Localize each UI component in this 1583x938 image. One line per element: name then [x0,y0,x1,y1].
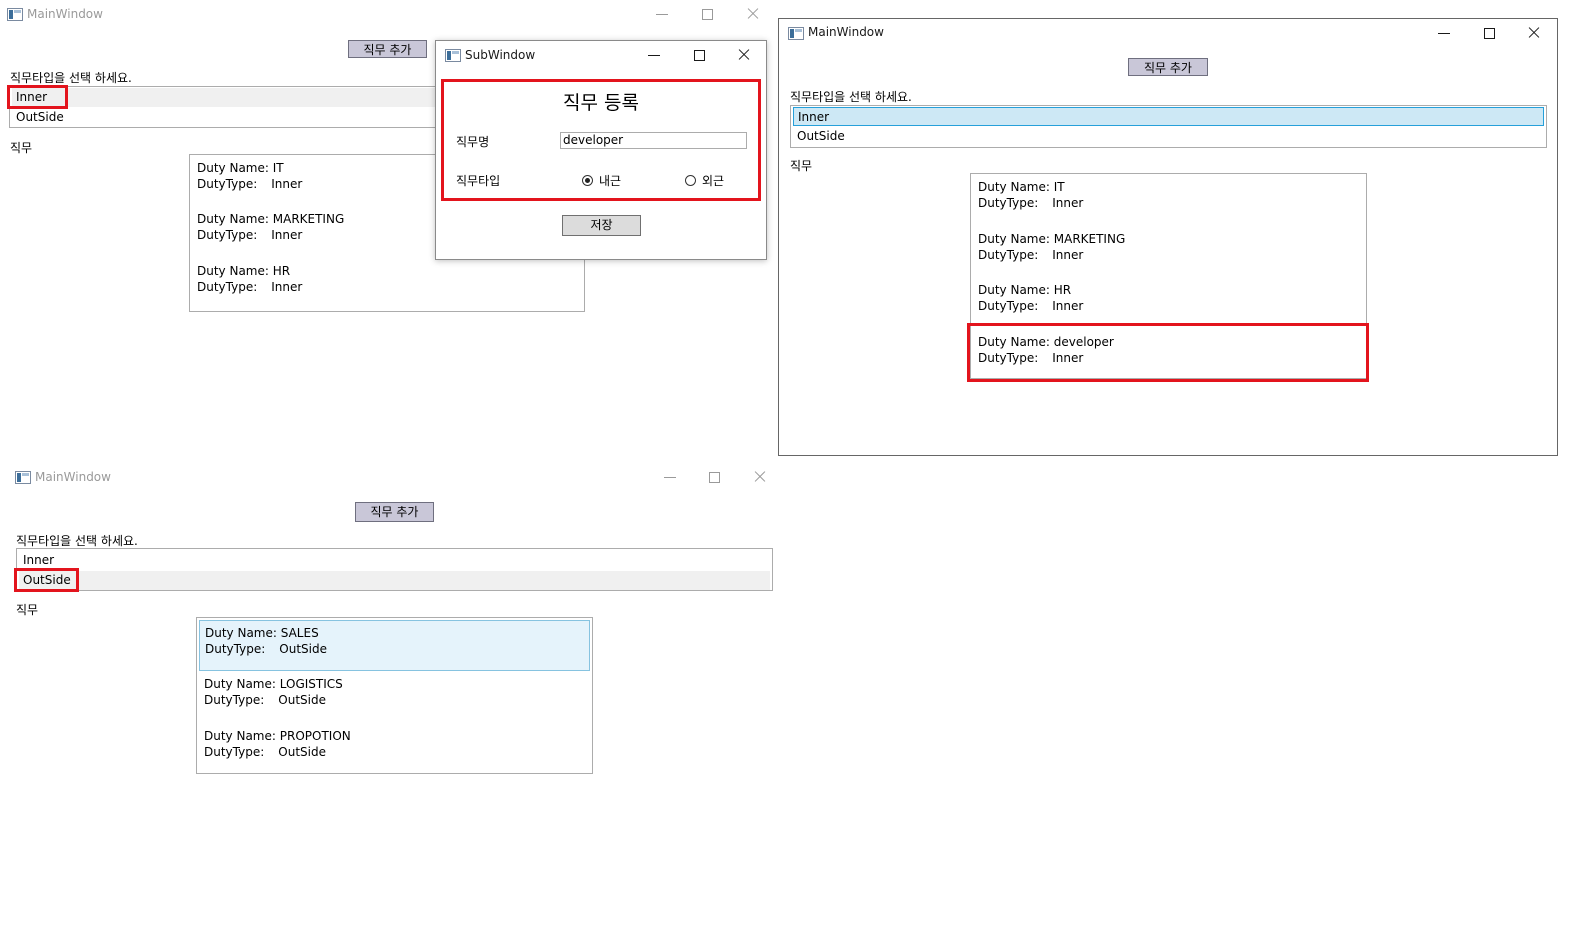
maximize-icon[interactable] [691,47,707,63]
duty-type: Inner [1052,248,1084,262]
minimize-icon[interactable] [646,47,662,63]
highlight-box [14,568,79,592]
list-item-outside[interactable]: OutSide [19,571,770,590]
list-item[interactable]: Duty Name: HR DutyType: Inner [192,259,582,309]
main-window-3: MainWindow 직무 추가 직무타입을 선택 하세요. Inner Out… [8,463,778,938]
minimize-icon[interactable] [662,469,678,485]
add-duty-button[interactable]: 직무 추가 [348,40,427,58]
duty-type-list: Inner OutSide [9,86,439,128]
duty-type-prefix: DutyType: [205,642,266,656]
duty-name: PROPOTION [279,729,351,743]
duty-name-prefix: Duty Name: [978,180,1050,194]
list-item[interactable]: Duty Name: HR DutyType: Inner [973,278,1364,328]
main-window-2: MainWindow 직무 추가 직무타입을 선택 하세요. Inner Out… [778,18,1558,456]
window-title: SubWindow [465,48,536,62]
duty-name-prefix: Duty Name: [978,232,1050,246]
maximize-icon[interactable] [699,6,715,22]
maximize-icon[interactable] [706,469,722,485]
duty-type: OutSide [278,745,326,759]
app-icon [445,49,461,62]
duty-type-list: Inner OutSide [16,548,773,591]
title-bar[interactable]: MainWindow [0,0,778,28]
duty-name: LOGISTICS [279,677,343,691]
duty-label: 직무 [790,159,813,173]
window-title: MainWindow [808,25,884,39]
close-icon[interactable] [1526,25,1542,41]
duty-label: 직무 [16,603,39,617]
title-bar[interactable]: MainWindow [8,463,778,491]
duty-name: HR [272,264,291,278]
duty-type: Inner [271,228,303,242]
duty-name: IT [1053,180,1065,194]
duty-name: MARKETING [272,212,345,226]
duty-name-prefix: Duty Name: [204,677,276,691]
duty-type-prefix: DutyType: [978,248,1039,262]
duty-type-prefix: DutyType: [978,196,1039,210]
app-icon [788,27,804,40]
duty-type: OutSide [279,642,327,656]
highlight-box [7,85,68,109]
duty-type: OutSide [278,693,326,707]
duty-type-prefix: DutyType: [204,693,265,707]
duty-name-prefix: Duty Name: [197,161,269,175]
duty-name-prefix: Duty Name: [204,729,276,743]
duty-type: Inner [271,280,303,294]
highlight-box [967,323,1369,382]
list-item[interactable]: Duty Name: MARKETING DutyType: Inner [973,227,1364,277]
minimize-icon[interactable] [654,6,670,22]
duty-name-prefix: Duty Name: [197,212,269,226]
app-icon [15,471,31,484]
duty-name: SALES [280,626,319,640]
close-icon[interactable] [752,469,768,485]
maximize-icon[interactable] [1481,25,1497,41]
duty-name-prefix: Duty Name: [197,264,269,278]
type-select-prompt: 직무타입을 선택 하세요. [16,534,138,548]
list-item-inner[interactable]: Inner [19,551,770,570]
list-item-outside[interactable]: OutSide [793,127,1544,146]
add-duty-button[interactable]: 직무 추가 [1128,58,1208,76]
list-item-inner[interactable]: Inner [793,107,1544,126]
duty-name: MARKETING [1053,232,1126,246]
window-title: MainWindow [35,470,111,484]
duty-label: 직무 [10,141,33,155]
duty-name-prefix: Duty Name: [978,283,1050,297]
list-item-outside[interactable]: OutSide [12,108,436,127]
list-item-inner[interactable]: Inner [12,88,436,107]
duty-type: Inner [1052,299,1084,313]
add-duty-button[interactable]: 직무 추가 [355,502,434,522]
close-icon[interactable] [745,6,761,22]
duty-type-prefix: DutyType: [197,228,258,242]
duty-list: Duty Name: SALES DutyType: OutSide Duty N… [196,617,593,774]
close-icon[interactable] [736,47,752,63]
list-item[interactable]: Duty Name: IT DutyType: Inner [973,175,1364,225]
minimize-icon[interactable] [1436,25,1452,41]
duty-type-prefix: DutyType: [197,177,258,191]
duty-type: Inner [1052,196,1084,210]
duty-type-prefix: DutyType: [204,745,265,759]
list-item[interactable]: Duty Name: PROPOTION DutyType: OutSide [199,724,590,774]
duty-name-prefix: Duty Name: [205,626,277,640]
highlight-box [441,79,761,201]
list-item[interactable]: Duty Name: SALES DutyType: OutSide [199,620,590,671]
duty-type-list: Inner OutSide [790,105,1547,148]
list-item[interactable]: Duty Name: LOGISTICS DutyType: OutSide [199,672,590,722]
duty-type: Inner [271,177,303,191]
type-select-prompt: 직무타입을 선택 하세요. [790,90,912,104]
duty-name: IT [272,161,284,175]
window-title: MainWindow [27,7,103,21]
duty-type-prefix: DutyType: [197,280,258,294]
title-bar[interactable]: SubWindow [436,41,766,69]
save-button[interactable]: 저장 [562,215,641,236]
type-select-prompt: 직무타입을 선택 하세요. [10,71,132,85]
duty-type-prefix: DutyType: [978,299,1039,313]
app-icon [7,8,23,21]
duty-name: HR [1053,283,1072,297]
title-bar[interactable]: MainWindow [779,19,1557,47]
